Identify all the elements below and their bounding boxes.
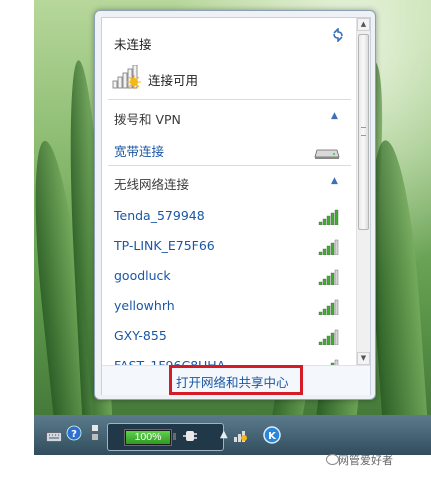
battery-indicator[interactable]: 100% bbox=[107, 423, 224, 451]
svg-text:K: K bbox=[268, 431, 277, 442]
network-list: 未连接 连接可用 拨号和 VPN ▲ 宽带连接 无线网络连接 ▲ Tenda_5… bbox=[102, 18, 355, 365]
network-flyout: 未连接 连接可用 拨号和 VPN ▲ 宽带连接 无线网络连接 ▲ Tenda_5… bbox=[94, 10, 376, 400]
watermark-text: 网管爱好者 bbox=[338, 454, 393, 467]
battery-percent: 100% bbox=[126, 431, 170, 444]
wifi-network-item[interactable]: Tenda_579948 bbox=[114, 208, 205, 223]
svg-text:?: ? bbox=[71, 429, 77, 440]
chevron-up-icon[interactable]: ▲ bbox=[331, 176, 338, 186]
show-hidden-icons-chevron[interactable]: ▲ bbox=[220, 429, 228, 440]
network-panel: 未连接 连接可用 拨号和 VPN ▲ 宽带连接 无线网络连接 ▲ Tenda_5… bbox=[101, 17, 371, 395]
wifi-network-item[interactable]: goodluck bbox=[114, 268, 171, 283]
divider bbox=[108, 165, 351, 166]
wifi-network-item[interactable]: GXY-855 bbox=[114, 328, 167, 343]
flyout-footer: 打开网络和共享中心 bbox=[102, 365, 370, 395]
wifi-signal-icon bbox=[318, 269, 340, 286]
battery-icon: 100% bbox=[124, 429, 172, 446]
section-dialup-vpn[interactable]: 拨号和 VPN bbox=[114, 109, 181, 128]
wifi-signal-icon bbox=[318, 299, 340, 316]
divider bbox=[108, 99, 351, 100]
scroll-down-button[interactable]: ▼ bbox=[357, 352, 370, 365]
highlight-box bbox=[169, 365, 303, 395]
screenshot: 未连接 连接可用 拨号和 VPN ▲ 宽带连接 无线网络连接 ▲ Tenda_5… bbox=[0, 0, 431, 480]
taskbar: ? 100% ▲ K bbox=[34, 415, 431, 455]
connection-available-label: 连接可用 bbox=[148, 72, 199, 88]
scroll-up-button[interactable]: ▲ bbox=[357, 18, 370, 31]
keyboard-icon[interactable] bbox=[46, 428, 62, 447]
connection-available-row: 连接可用 bbox=[112, 64, 199, 93]
scrollbar[interactable]: ▲ ▼ bbox=[356, 18, 370, 365]
wifi-network-item[interactable]: FAST_1F96C8UHA bbox=[114, 358, 225, 365]
signal-bars-icon bbox=[112, 64, 142, 93]
left-margin bbox=[0, 0, 34, 480]
chevron-up-icon[interactable]: ▲ bbox=[331, 111, 338, 121]
help-icon[interactable]: ? bbox=[66, 425, 82, 445]
wifi-signal-icon bbox=[318, 329, 340, 346]
windows-flag-icon[interactable] bbox=[90, 423, 100, 447]
broadband-connection-item[interactable]: 宽带连接 bbox=[114, 141, 164, 160]
modem-icon bbox=[314, 145, 340, 159]
network-icon[interactable] bbox=[232, 427, 252, 447]
section-wireless[interactable]: 无线网络连接 bbox=[114, 174, 189, 193]
refresh-icon[interactable] bbox=[331, 27, 345, 46]
wifi-signal-icon bbox=[318, 239, 340, 256]
connection-status-title: 未连接 bbox=[114, 37, 152, 52]
wifi-signal-icon bbox=[318, 209, 340, 226]
wifi-network-item[interactable]: yellowhrh bbox=[114, 298, 175, 313]
wifi-network-item[interactable]: TP-LINK_E75F66 bbox=[114, 238, 215, 253]
scroll-thumb[interactable] bbox=[358, 34, 369, 230]
plug-icon bbox=[182, 428, 198, 448]
app-tray-icon[interactable]: K bbox=[262, 425, 282, 449]
